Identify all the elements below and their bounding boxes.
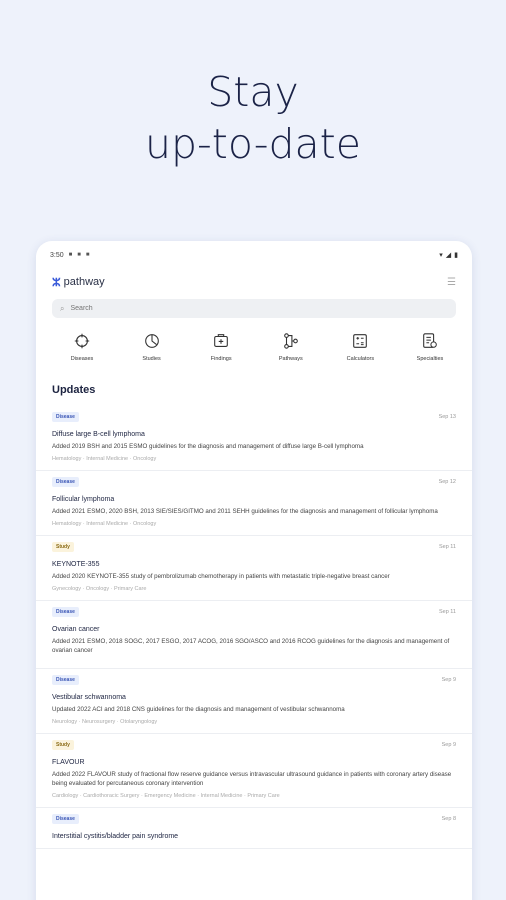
search-icon: ⌕ [60, 303, 65, 313]
item-tags: Hematology · Internal Medicine · Oncolog… [52, 521, 157, 527]
type-badge: Disease [52, 675, 79, 685]
item-date: Sep 11 [438, 609, 456, 615]
pathways-icon [283, 333, 298, 349]
category-specialties[interactable]: Specialties [406, 332, 454, 362]
findings-icon [214, 334, 229, 347]
app-logo[interactable]: ⵣ pathway [52, 276, 105, 289]
device-screen: 3:50 ■ ■ ■ ▾ ◢ ▮ ⵣ pathway ☰ ⌕ Diseases [36, 241, 472, 900]
list-item[interactable]: Disease Sep 8 Interstitial cystitis/blad… [36, 808, 472, 849]
wifi-icon: ▾ [439, 252, 443, 259]
signal-icon: ◢ [445, 252, 452, 259]
category-label: Pathways [278, 356, 303, 362]
item-title: FLAVOUR [52, 759, 85, 766]
type-badge: Study [52, 542, 74, 552]
category-label: Studies [142, 356, 161, 362]
item-description: Updated 2022 ACI and 2018 CNS guidelines… [52, 706, 345, 713]
studies-icon [144, 334, 159, 348]
item-title: Follicular lymphoma [52, 496, 115, 503]
headline: Stay up-to-date [0, 66, 506, 170]
item-date: Sep 9 [441, 742, 456, 748]
type-badge: Study [52, 740, 74, 750]
app-name: pathway [63, 276, 105, 288]
item-description: Added 2020 KEYNOTE-355 study of pembroli… [52, 573, 390, 580]
category-label: Findings [210, 356, 232, 362]
status-time: 3:50 [50, 251, 64, 259]
item-description: Added 2021 ESMO, 2020 BSH, 2013 SIE/SIES… [52, 508, 438, 515]
updates-list: Disease Sep 13 Diffuse large B-cell lymp… [36, 406, 472, 849]
item-description: Added 2021 ESMO, 2018 SOGC, 2017 ESGO, 2… [52, 638, 450, 654]
list-item[interactable]: Study Sep 9 FLAVOUR Added 2022 FLAVOUR s… [36, 734, 472, 808]
search-input[interactable] [70, 305, 371, 312]
category-findings[interactable]: Findings [197, 332, 245, 362]
category-label: Diseases [70, 356, 94, 362]
status-bar: 3:50 ■ ■ ■ ▾ ◢ ▮ [36, 241, 472, 269]
app-icon: ■ [85, 252, 90, 258]
list-item[interactable]: Disease Sep 11 Ovarian cancer Added 2021… [36, 601, 472, 669]
category-nav: Diseases Studies Findings Pathways Calcu… [36, 318, 472, 362]
list-item[interactable]: Disease Sep 9 Vestibular schwannoma Upda… [36, 669, 472, 734]
category-diseases[interactable]: Diseases [58, 332, 106, 362]
calculator-icon [353, 334, 368, 348]
updates-title: Updates [52, 384, 96, 396]
item-description: Added 2022 FLAVOUR study of fractional f… [52, 771, 452, 787]
item-tags: Gynecology · Oncology · Primary Care [52, 586, 147, 592]
category-studies[interactable]: Studies [128, 332, 176, 362]
menu-icon[interactable]: ☰ [447, 277, 456, 288]
list-item[interactable]: Disease Sep 13 Diffuse large B-cell lymp… [36, 406, 472, 471]
category-label: Specialties [416, 356, 444, 362]
item-title: Diffuse large B-cell lymphoma [52, 431, 145, 438]
headline-line-1: Stay [207, 68, 299, 116]
item-tags: Neurology · Neurosurgery · Otolaryngolog… [52, 719, 158, 725]
item-description: Added 2019 BSH and 2015 ESMO guidelines … [52, 443, 364, 450]
item-title: Interstitial cystitis/bladder pain syndr… [52, 833, 179, 840]
battery-icon: ▮ [454, 252, 458, 259]
list-item[interactable]: Disease Sep 12 Follicular lymphoma Added… [36, 471, 472, 536]
item-tags: Hematology · Internal Medicine · Oncolog… [52, 456, 157, 462]
category-pathways[interactable]: Pathways [267, 332, 315, 362]
type-badge: Disease [52, 412, 79, 422]
app-bar: ⵣ pathway ☰ [36, 269, 472, 295]
item-date: Sep 13 [438, 414, 456, 420]
item-title: Ovarian cancer [52, 626, 100, 633]
type-badge: Disease [52, 477, 79, 487]
headline-line-2: up-to-date [145, 120, 361, 168]
specialties-icon [423, 333, 437, 348]
diseases-icon [74, 333, 90, 349]
list-item[interactable]: Study Sep 11 KEYNOTE-355 Added 2020 KEYN… [36, 536, 472, 601]
item-date: Sep 8 [441, 816, 456, 822]
item-title: Vestibular schwannoma [52, 694, 126, 701]
item-title: KEYNOTE-355 [52, 561, 100, 568]
item-date: Sep 9 [441, 677, 456, 683]
item-date: Sep 12 [438, 479, 456, 485]
search-bar[interactable]: ⌕ [52, 299, 456, 318]
type-badge: Disease [52, 814, 79, 824]
category-calculators[interactable]: Calculators [336, 332, 384, 362]
pathway-logo-icon: ⵣ [52, 276, 61, 289]
category-label: Calculators [346, 356, 375, 362]
type-badge: Disease [52, 607, 79, 617]
message-icon: ■ [77, 252, 81, 258]
item-date: Sep 11 [438, 544, 456, 550]
item-tags: Cardiology · Cardiothoracic Surgery · Em… [52, 793, 280, 799]
notification-icon: ■ [68, 252, 73, 258]
